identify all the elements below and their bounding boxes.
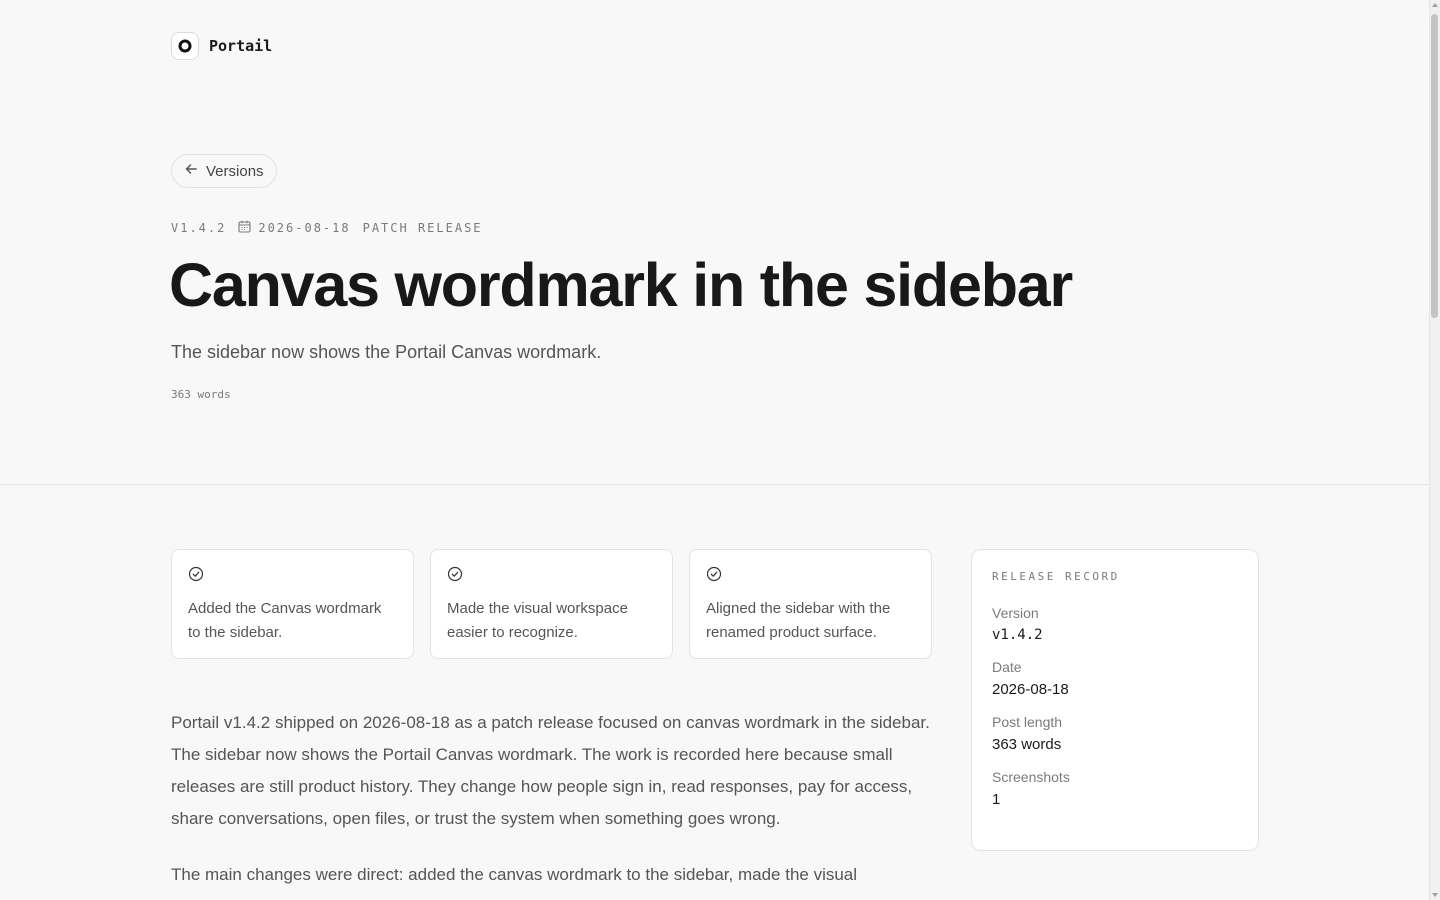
record-value: v1.4.2 [992, 627, 1043, 643]
release-meta: V1.4.2 2026-08-18 PATCH RELEASE [171, 220, 483, 236]
highlight-text: Aligned the sidebar with the renamed pro… [706, 600, 891, 641]
highlight-card: Added the Canvas wordmark to the sidebar… [171, 549, 414, 659]
article-paragraph: Portail v1.4.2 shipped on 2026-08-18 as … [171, 713, 930, 828]
scrollbar-thumb[interactable] [1431, 14, 1438, 318]
arrow-left-icon [184, 162, 198, 180]
release-date-text: 2026-08-18 [258, 221, 351, 235]
section-divider [0, 484, 1429, 485]
highlight-card: Made the visual workspace easier to reco… [430, 549, 673, 659]
ring-logo-icon [171, 32, 199, 60]
brand-name: Portail [209, 37, 273, 55]
record-value: 363 words [992, 736, 1062, 753]
scrollbar[interactable] [1429, 0, 1440, 900]
record-item-version: Version v1.4.2 [992, 605, 1238, 643]
release-date: 2026-08-18 [238, 220, 350, 236]
scroll-down-arrow-icon[interactable] [1432, 893, 1438, 897]
record-item-date: Date 2026-08-18 [992, 659, 1238, 698]
word-count: 363 words [171, 388, 231, 401]
record-item-screenshots: Screenshots 1 [992, 769, 1238, 808]
release-record-panel: RELEASE RECORD Version v1.4.2 Date 2026-… [971, 549, 1259, 851]
record-item-post-length: Post length 363 words [992, 714, 1238, 753]
record-label: Version [992, 605, 1039, 621]
check-circle-icon [706, 566, 722, 586]
highlight-text: Added the Canvas wordmark to the sidebar… [188, 600, 382, 641]
record-value: 2026-08-18 [992, 681, 1069, 698]
release-record-heading: RELEASE RECORD [992, 570, 1120, 583]
highlight-text: Made the visual workspace easier to reco… [447, 600, 628, 641]
release-subtitle: The sidebar now shows the Portail Canvas… [171, 342, 602, 362]
brand-home-link[interactable]: Portail [171, 32, 272, 60]
record-label: Post length [992, 714, 1063, 730]
highlights-list: Added the Canvas wordmark to the sidebar… [171, 549, 932, 659]
release-type: PATCH RELEASE [362, 221, 483, 235]
scroll-up-arrow-icon[interactable] [1432, 3, 1438, 7]
highlight-card: Aligned the sidebar with the renamed pro… [689, 549, 932, 659]
calendar-icon [238, 220, 251, 236]
page-title: Canvas wordmark in the sidebar [169, 251, 1073, 319]
back-to-versions-button[interactable]: Versions [171, 154, 277, 188]
article-paragraph: The main changes were direct: added the … [171, 865, 858, 884]
record-label: Date [992, 659, 1022, 675]
article-body: Portail v1.4.2 shipped on 2026-08-18 as … [171, 707, 931, 900]
version-tag: V1.4.2 [171, 221, 227, 235]
check-circle-icon [188, 566, 204, 586]
check-circle-icon [447, 566, 463, 586]
record-label: Screenshots [992, 769, 1070, 785]
record-value: 1 [992, 791, 1001, 808]
back-button-label: Versions [206, 162, 264, 180]
